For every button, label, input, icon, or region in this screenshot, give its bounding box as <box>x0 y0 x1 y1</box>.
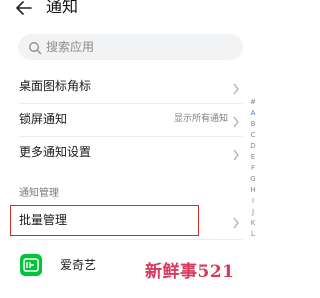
page-title: 通知 <box>46 0 79 16</box>
chevron-right-icon <box>232 113 240 128</box>
index-letter[interactable]: A <box>247 108 259 119</box>
divider <box>19 239 243 240</box>
search-bar[interactable]: 搜索应用 <box>18 34 243 60</box>
setting-row-lockscreen[interactable]: 锁屏通知 显示所有通知 <box>0 103 250 136</box>
setting-value: 显示所有通知 <box>173 114 228 124</box>
index-letter[interactable]: D <box>247 141 259 152</box>
search-input[interactable]: 搜索应用 <box>46 39 94 55</box>
index-letter[interactable]: L <box>247 229 259 240</box>
highlight-box <box>10 205 199 236</box>
setting-label: 桌面图标角标 <box>19 79 92 93</box>
alphabet-index[interactable]: # A B C D E F G H I J K L <box>247 97 259 240</box>
setting-row-badge[interactable]: 桌面图标角标 <box>0 70 250 103</box>
chevron-right-icon <box>232 214 240 229</box>
index-letter[interactable]: K <box>247 218 259 229</box>
back-arrow-icon[interactable] <box>16 0 32 15</box>
iqiyi-icon <box>20 254 42 276</box>
index-letter[interactable]: B <box>247 119 259 130</box>
chevron-right-icon <box>232 80 240 95</box>
index-letter[interactable]: I <box>247 196 259 207</box>
index-letter[interactable]: F <box>247 163 259 174</box>
search-icon <box>28 40 42 55</box>
index-letter[interactable]: C <box>247 130 259 141</box>
section-title: 通知管理 <box>19 188 59 199</box>
index-letter[interactable]: H <box>247 185 259 196</box>
watermark: 新鲜事521 <box>145 262 235 282</box>
setting-row-more[interactable]: 更多通知设置 <box>0 136 250 169</box>
header: 通知 <box>0 0 262 24</box>
setting-label: 更多通知设置 <box>19 145 92 159</box>
index-letter[interactable]: E <box>247 152 259 163</box>
index-letter[interactable]: G <box>247 174 259 185</box>
setting-label: 锁屏通知 <box>19 112 68 126</box>
index-letter[interactable]: # <box>247 97 259 108</box>
chevron-right-icon <box>232 146 240 161</box>
index-letter[interactable]: J <box>247 207 259 218</box>
app-name: 爱奇艺 <box>60 258 97 272</box>
